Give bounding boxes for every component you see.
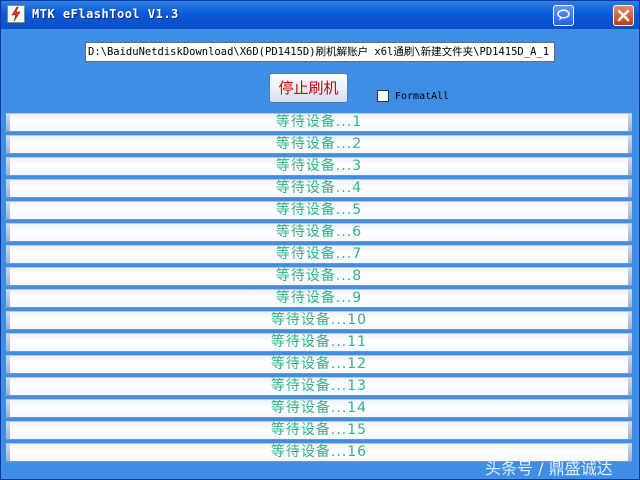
device-status-label: 等待设备...9 xyxy=(275,290,363,306)
device-progress-bar: 等待设备...5 xyxy=(6,201,632,220)
device-status-label: 等待设备...3 xyxy=(275,158,363,174)
main-window: MTK eFlashTool V1.3 D:\BaiduNetdiskDownl… xyxy=(0,0,640,480)
format-all-label: FormatAll xyxy=(395,91,450,102)
window-title: MTK eFlashTool V1.3 xyxy=(32,7,179,21)
lightning-icon xyxy=(7,5,25,23)
device-progress-bar: 等待设备...3 xyxy=(6,157,632,176)
device-status-label: 等待设备...8 xyxy=(275,268,363,284)
watermark: 头条号 / 鼎盛诚达 xyxy=(485,459,613,478)
device-status-label: 等待设备...14 xyxy=(270,400,368,416)
device-status-label: 等待设备...12 xyxy=(270,356,368,372)
device-status-label: 等待设备...13 xyxy=(270,378,368,394)
device-progress-bar: 等待设备...12 xyxy=(6,355,632,374)
device-progress-bar: 等待设备...7 xyxy=(6,245,632,264)
device-progress-bar: 等待设备...8 xyxy=(6,267,632,286)
device-status-label: 等待设备...7 xyxy=(275,246,363,262)
device-progress-bar: 等待设备...13 xyxy=(6,377,632,396)
device-status-label: 等待设备...5 xyxy=(275,202,363,218)
device-progress-bar: 等待设备...9 xyxy=(6,289,632,308)
device-progress-bar: 等待设备...10 xyxy=(6,311,632,330)
device-progress-bar: 等待设备...2 xyxy=(6,135,632,154)
format-all-checkbox[interactable] xyxy=(377,90,389,102)
file-path-input[interactable]: D:\BaiduNetdiskDownload\X6D(PD1415D)刷机解账… xyxy=(85,42,555,62)
stop-flash-button[interactable]: 停止刷机 xyxy=(269,73,348,103)
device-status-label: 等待设备...15 xyxy=(270,422,368,438)
speech-bubble-icon xyxy=(557,9,570,21)
device-progress-bar: 等待设备...11 xyxy=(6,333,632,352)
device-progress-bar: 等待设备...6 xyxy=(6,223,632,242)
device-progress-bar: 等待设备...15 xyxy=(6,421,632,440)
device-status-label: 等待设备...6 xyxy=(275,224,363,240)
close-icon xyxy=(617,9,630,22)
title-bar[interactable]: MTK eFlashTool V1.3 xyxy=(1,1,639,29)
device-progress-bar: 等待设备...1 xyxy=(6,113,632,132)
device-status-label: 等待设备...4 xyxy=(275,180,363,196)
device-status-label: 等待设备...10 xyxy=(270,312,368,328)
close-button[interactable] xyxy=(613,5,634,26)
device-status-label: 等待设备...1 xyxy=(275,114,363,130)
device-progress-bar: 等待设备...14 xyxy=(6,399,632,418)
device-status-label: 等待设备...2 xyxy=(275,136,363,152)
device-progress-bar: 等待设备...4 xyxy=(6,179,632,198)
help-button[interactable] xyxy=(553,5,574,26)
device-status-label: 等待设备...11 xyxy=(270,334,368,350)
